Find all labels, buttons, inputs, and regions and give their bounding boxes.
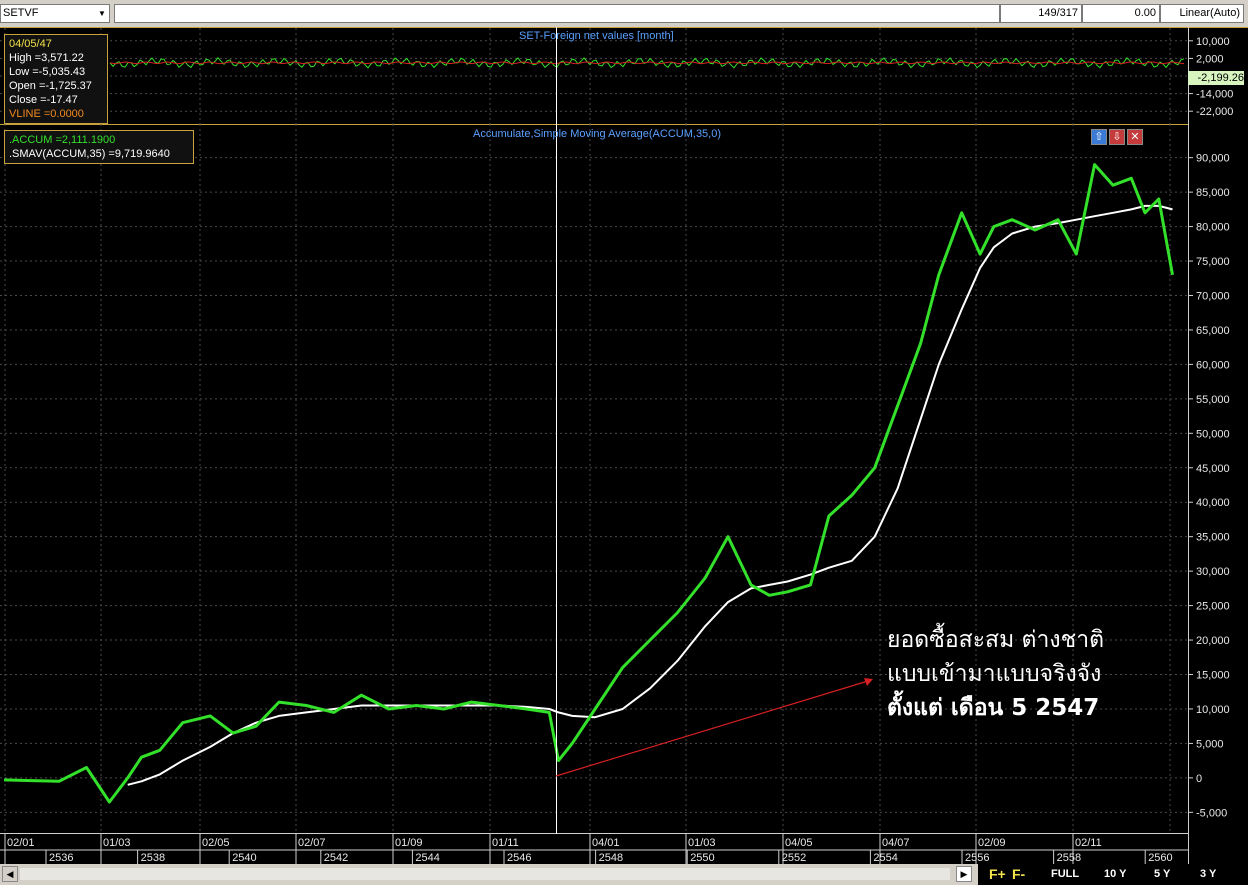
info-high: High =3,571.22 [9, 52, 84, 64]
annotation-line-3: ตั้งแต่ เดือน 5 2547 [887, 695, 1100, 721]
period-full-button[interactable]: FULL [1047, 866, 1083, 883]
main-tick-label-11: 50,000 [1196, 428, 1230, 440]
top-tick-label-0: 10,000 [1196, 36, 1230, 48]
main-tick-label-13: 60,000 [1196, 359, 1230, 371]
month-label-2: 02/05 [202, 837, 230, 849]
year-label-5: 2546 [507, 852, 531, 864]
month-label-1: 01/03 [103, 837, 131, 849]
main-tick-label-5: 20,000 [1196, 635, 1230, 647]
main-tick-label-9: 40,000 [1196, 497, 1230, 509]
info-date: 04/05/47 [9, 38, 52, 50]
month-label-6: 04/01 [592, 837, 620, 849]
x-axis: 02/01 01/03 02/05 02/07 01/09 01/11 04/01 01/03… [0, 834, 1188, 864]
main-tick-label-6: 25,000 [1196, 601, 1230, 613]
main-tick-label-15: 70,000 [1196, 290, 1230, 302]
zoom-in-button[interactable]: F+ [985, 866, 1010, 883]
main-tick-label-3: 10,000 [1196, 704, 1230, 716]
info-close: Close =-17.47 [9, 94, 78, 106]
info-vline: VLINE =0.0000 [9, 108, 84, 120]
top-panel-series [109, 57, 1185, 69]
year-label-10: 2556 [965, 852, 989, 864]
month-label-5: 01/11 [492, 837, 519, 849]
period-5y-button[interactable]: 5 Y [1150, 866, 1174, 883]
year-label-0: 2536 [49, 852, 73, 864]
year-label-3: 2542 [324, 852, 348, 864]
legend-smav: .SMAV(ACCUM,35) =9,719.9640 [9, 148, 170, 160]
main-panel-y-axis: -5,000 0 5,000 10,000 15,000 20,000 25,000 30,0… [1188, 153, 1230, 819]
move-down-icon[interactable]: ⇩ [1109, 129, 1125, 145]
main-tick-label-18: 85,000 [1196, 187, 1230, 199]
month-label-10: 02/09 [978, 837, 1006, 849]
month-label-8: 04/05 [785, 837, 813, 849]
year-label-12: 2560 [1148, 852, 1172, 864]
main-tick-label-19: 90,000 [1196, 153, 1230, 165]
year-label-7: 2550 [690, 852, 714, 864]
current-value-label: -2,199.26 [1197, 72, 1244, 84]
top-tick-label-3: -14,000 [1196, 89, 1233, 101]
period-3y-button[interactable]: 3 Y [1196, 866, 1220, 883]
month-label-11: 02/11 [1075, 837, 1102, 849]
top-tick-label-1: 2,000 [1196, 53, 1224, 65]
legend-accum: .ACCUM =2,111.1900 [9, 134, 116, 146]
annotation-line-2: แบบเข้ามาแบบจริงจัง [887, 661, 1102, 687]
close-icon[interactable]: ✕ [1127, 129, 1143, 145]
info-open: Open =-1,725.37 [9, 80, 92, 92]
year-label-8: 2552 [782, 852, 806, 864]
top-panel-title: SET-Foreign net values [month] [519, 30, 674, 42]
main-tick-label-16: 75,000 [1196, 256, 1230, 268]
main-panel-title: Accumulate,Simple Moving Average(ACCUM,3… [473, 128, 722, 140]
annotation-line-1: ยอดซื้อสะสม ต่างชาติ [887, 627, 1105, 653]
main-tick-label-17: 80,000 [1196, 222, 1230, 234]
main-tick-label-1: 0 [1196, 773, 1202, 785]
main-tick-label-4: 15,000 [1196, 670, 1230, 682]
info-low: Low =-5,035.43 [9, 66, 86, 78]
month-label-7: 01/03 [688, 837, 716, 849]
year-label-11: 2558 [1057, 852, 1081, 864]
month-label-9: 04/07 [882, 837, 910, 849]
scroll-right-icon[interactable]: ▶ [956, 866, 972, 882]
zoom-out-button[interactable]: F- [1008, 866, 1029, 883]
year-label-9: 2554 [873, 852, 897, 864]
main-tick-label-10: 45,000 [1196, 463, 1230, 475]
main-tick-label-2: 5,000 [1196, 738, 1224, 750]
main-legend-box: .ACCUM =2,111.1900 .SMAV(ACCUM,35) =9,71… [4, 130, 194, 164]
year-label-4: 2544 [415, 852, 439, 864]
main-tick-label-14: 65,000 [1196, 325, 1230, 337]
top-tick-label-4: -22,000 [1196, 106, 1233, 118]
month-label-4: 01/09 [395, 837, 423, 849]
year-label-6: 2548 [599, 852, 623, 864]
move-up-icon[interactable]: ⇧ [1091, 129, 1107, 145]
annotation-text: ยอดซื้อสะสม ต่างชาติ แบบเข้ามาแบบจริงจัง… [887, 623, 1104, 725]
top-info-box: 04/05/47 High =3,571.22 Low =-5,035.43 O… [4, 34, 108, 124]
period-10y-button[interactable]: 10 Y [1100, 866, 1130, 883]
year-label-2: 2540 [232, 852, 256, 864]
scroll-left-icon[interactable]: ◀ [2, 866, 18, 882]
main-tick-label-7: 30,000 [1196, 566, 1230, 578]
month-label-3: 02/07 [298, 837, 326, 849]
scroll-track[interactable] [20, 868, 950, 880]
month-label-0: 02/01 [7, 837, 35, 849]
main-tick-label-12: 55,000 [1196, 394, 1230, 406]
main-tick-label-8: 35,000 [1196, 532, 1230, 544]
main-tick-label-0: -5,000 [1196, 807, 1227, 819]
year-label-1: 2538 [141, 852, 165, 864]
